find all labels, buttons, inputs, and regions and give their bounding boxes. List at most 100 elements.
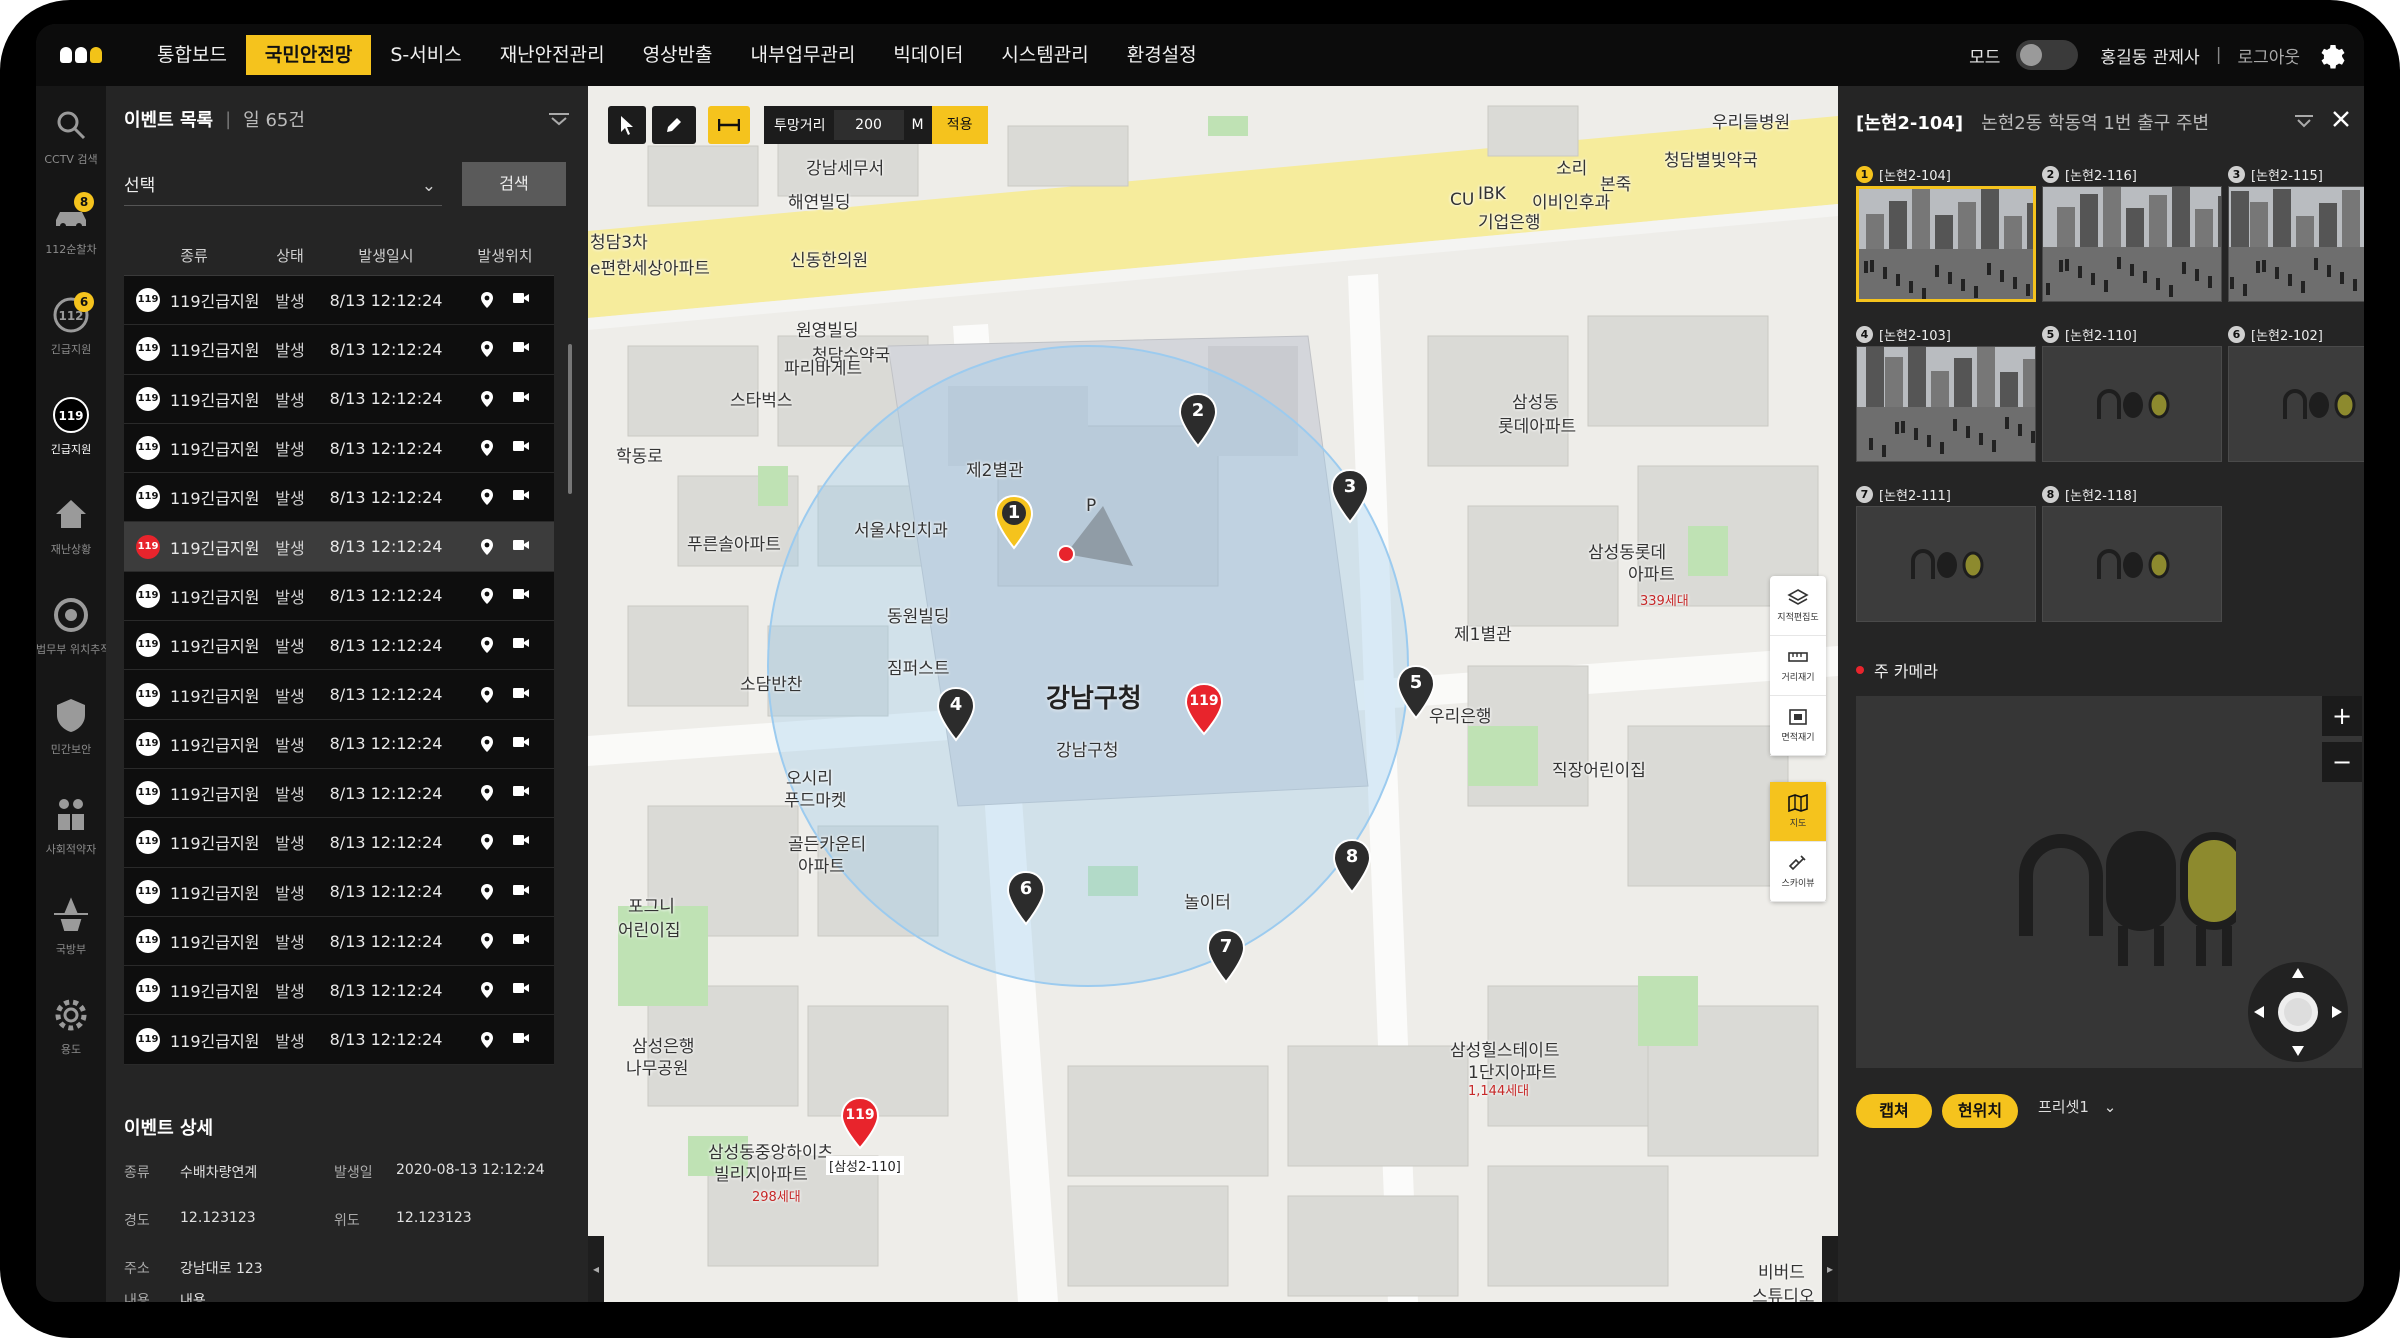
rail-item[interactable]: 법무부 위치추적 (36, 596, 106, 657)
camera-marker[interactable]: 7 (1206, 928, 1246, 984)
table-row[interactable]: 119 119긴급지원 발생 8/13 12:12:24 (124, 966, 554, 1016)
camera-marker[interactable]: 3 (1330, 468, 1370, 524)
map-collapse-left-handle[interactable]: ◂ (588, 1236, 604, 1302)
video-camera-icon[interactable] (512, 932, 530, 946)
scrollbar[interactable] (568, 344, 572, 494)
zoom-out-button[interactable]: − (2322, 742, 2362, 782)
ptz-control[interactable] (2248, 962, 2348, 1062)
camera-thumbnail[interactable]: 6 [논현2-102] (2228, 322, 2364, 462)
location-pin-icon[interactable] (480, 833, 494, 851)
cadastral-map-button[interactable]: 지적편집도 (1770, 576, 1826, 636)
table-row[interactable]: 119 119긴급지원 발생 8/13 12:12:24 (124, 916, 554, 967)
collapse-chevron-icon[interactable] (2294, 114, 2314, 128)
table-row[interactable]: 119 119긴급지원 발생 8/13 12:12:24 (124, 867, 554, 917)
table-row[interactable]: 119 119긴급지원 발생 8/13 12:12:24 (124, 522, 554, 572)
logout-link[interactable]: 로그아웃 (2237, 43, 2300, 68)
video-camera-icon[interactable] (512, 587, 530, 601)
main-camera-view[interactable]: + − (1856, 696, 2362, 1068)
event-type-select[interactable]: 선택 ⌄ (124, 166, 442, 206)
rail-item[interactable]: 국방부 (36, 896, 106, 957)
menu-item[interactable]: 영상반출 (624, 35, 732, 75)
table-row[interactable]: 119 119긴급지원 발생 8/13 12:12:24 (124, 571, 554, 622)
location-pin-icon[interactable] (480, 587, 494, 605)
table-row[interactable]: 119 119긴급지원 발생 8/13 12:12:24 (124, 670, 554, 720)
preset-select[interactable]: 프리셋1 ⌄ (2038, 1096, 2116, 1117)
video-camera-icon[interactable] (512, 735, 530, 749)
camera-thumbnail[interactable]: 7 [논현2-111] (1856, 482, 2036, 622)
video-camera-icon[interactable] (512, 390, 530, 404)
table-row[interactable]: 119 119긴급지원 발생 8/13 12:12:24 (124, 325, 554, 375)
table-row[interactable]: 119 119긴급지원 발생 8/13 12:12:24 (124, 473, 554, 523)
rail-item[interactable]: 재난상황 (36, 496, 106, 557)
video-camera-icon[interactable] (512, 439, 530, 453)
rail-item[interactable]: 112 긴급지원 6 (36, 292, 106, 357)
location-pin-icon[interactable] (480, 883, 494, 901)
select-tool-button[interactable] (608, 106, 646, 144)
location-pin-icon[interactable] (480, 636, 494, 654)
location-pin-icon[interactable] (480, 1031, 494, 1049)
map-view[interactable]: 우리들병원 청담별빛약국 본죽 소리 이비인후과 CU IBK 기업은행 강남세무서 해연빌딩 신동… (588, 86, 1838, 1302)
location-pin-icon[interactable] (480, 981, 494, 999)
video-camera-icon[interactable] (512, 291, 530, 305)
emergency-marker[interactable]: 119 (1184, 682, 1224, 736)
video-camera-icon[interactable] (512, 833, 530, 847)
menu-item[interactable]: 환경설정 (1108, 35, 1216, 75)
map-mode-button[interactable]: 지도 (1770, 782, 1826, 842)
location-pin-icon[interactable] (480, 735, 494, 753)
camera-marker[interactable]: 8 (1332, 838, 1372, 894)
distance-tool-button[interactable] (708, 106, 750, 144)
location-pin-icon[interactable] (480, 932, 494, 950)
map-collapse-right-handle[interactable]: ▸ (1822, 1236, 1838, 1302)
camera-marker[interactable]: 2 (1178, 392, 1218, 448)
rail-item[interactable]: 민간보안 (36, 696, 106, 757)
location-pin-icon[interactable] (480, 439, 494, 457)
distance-input[interactable]: 200 (833, 110, 904, 140)
rail-item[interactable]: 119 긴급지원 (36, 396, 106, 457)
rail-item[interactable]: CCTV 검색 (36, 106, 106, 167)
table-row[interactable]: 119 119긴급지원 발생 8/13 12:12:24 (124, 719, 554, 769)
video-camera-icon[interactable] (512, 488, 530, 502)
draw-tool-button[interactable] (652, 106, 696, 144)
table-row[interactable]: 119 119긴급지원 발생 8/13 12:12:24 (124, 423, 554, 474)
camera-thumbnail[interactable]: 4 [논현2-103] (1856, 322, 2036, 462)
settings-gear-icon[interactable] (2316, 40, 2346, 70)
video-camera-icon[interactable] (512, 981, 530, 995)
menu-item[interactable]: S-서비스 (371, 35, 480, 75)
camera-marker[interactable]: 5 (1396, 664, 1436, 720)
camera-thumbnail[interactable]: 8 [논현2-118] (2042, 482, 2222, 622)
location-pin-icon[interactable] (480, 291, 494, 309)
table-row[interactable]: 119 119긴급지원 발생 8/13 12:12:24 (124, 818, 554, 868)
camera-marker[interactable]: 4 (936, 686, 976, 742)
menu-item[interactable]: 시스템관리 (982, 35, 1107, 75)
skyview-button[interactable]: 스카이뷰 (1770, 842, 1826, 902)
menu-item[interactable]: 재난안전관리 (481, 35, 624, 75)
camera-marker[interactable]: 6 (1006, 870, 1046, 926)
camera-thumbnail[interactable]: 2 [논현2-116] (2042, 162, 2222, 302)
emergency-marker-2[interactable]: 119 (840, 1096, 880, 1150)
rail-item[interactable]: 사회적약자 (36, 796, 106, 857)
camera-thumbnail[interactable]: 3 [논현2-115] (2228, 162, 2364, 302)
location-pin-icon[interactable] (480, 784, 494, 802)
zoom-in-button[interactable]: + (2322, 696, 2362, 736)
table-row[interactable]: 119 119긴급지원 발생 8/13 12:12:24 (124, 768, 554, 819)
table-row[interactable]: 119 119긴급지원 발생 8/13 12:12:24 (124, 374, 554, 424)
location-pin-icon[interactable] (480, 538, 494, 556)
camera-thumbnail[interactable]: 1 [논현2-104] (1856, 162, 2036, 302)
search-button[interactable]: 검색 (462, 162, 566, 206)
table-row[interactable]: 119 119긴급지원 발생 8/13 12:12:24 (124, 621, 554, 671)
video-camera-icon[interactable] (512, 883, 530, 897)
video-camera-icon[interactable] (512, 340, 530, 354)
location-pin-icon[interactable] (480, 686, 494, 704)
close-icon[interactable] (2330, 108, 2352, 130)
table-row[interactable]: 119 119긴급지원 발생 8/13 12:12:24 (124, 1015, 554, 1065)
collapse-chevron-icon[interactable] (548, 112, 570, 126)
location-pin-icon[interactable] (480, 488, 494, 506)
camera-thumbnail[interactable]: 5 [논현2-110] (2042, 322, 2222, 462)
mode-toggle[interactable] (2016, 40, 2079, 70)
camera-marker[interactable]: 1 (994, 494, 1034, 550)
video-camera-icon[interactable] (512, 538, 530, 552)
menu-item[interactable]: 국민안전망 (245, 35, 372, 75)
current-position-button[interactable]: 현위치 (1942, 1094, 2018, 1128)
video-camera-icon[interactable] (512, 1031, 530, 1045)
location-pin-icon[interactable] (480, 340, 494, 358)
